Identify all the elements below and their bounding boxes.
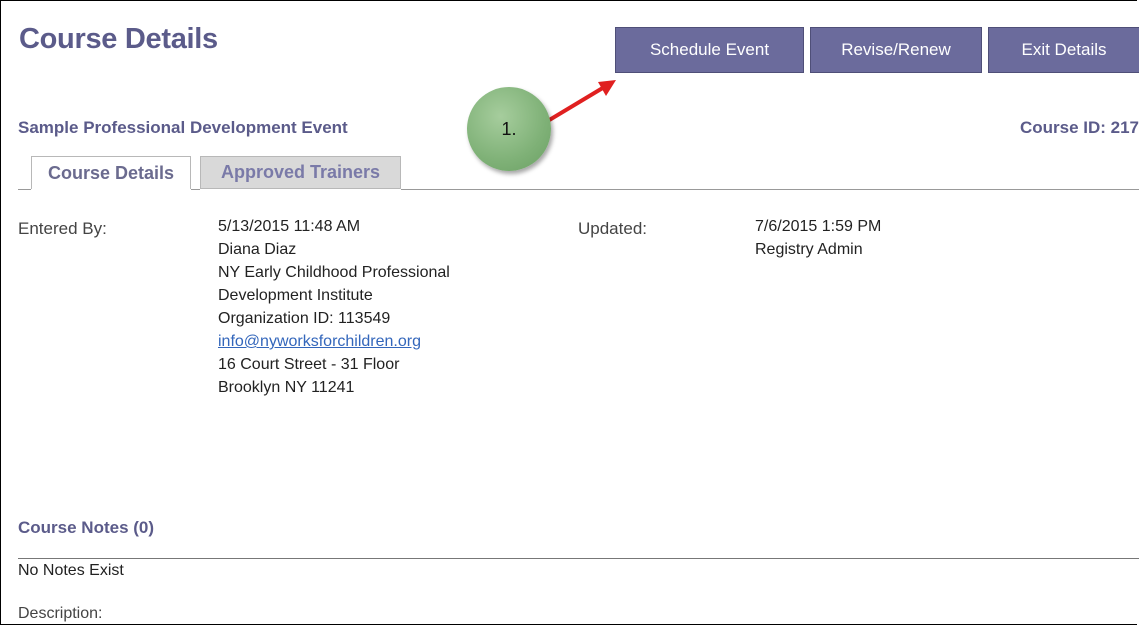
course-notes-title: Course Notes (0) (18, 518, 155, 537)
entered-by-label: Entered By: (18, 219, 107, 238)
tab-divider-right (401, 189, 1139, 190)
updated-label: Updated: (578, 219, 647, 238)
entered-org-line1: NY Early Childhood Professional (218, 264, 450, 281)
tab-divider-mid (191, 189, 200, 190)
step-callout-badge: 1. (467, 87, 551, 171)
page-title: Course Details (19, 23, 218, 55)
description-label: Description: (18, 605, 103, 622)
entered-address1: 16 Court Street - 31 Floor (218, 356, 400, 373)
course-id: Course ID: 217 (1019, 118, 1139, 137)
revise-renew-button[interactable]: Revise/Renew (810, 27, 982, 73)
updated-datetime: 7/6/2015 1:59 PM (755, 218, 882, 235)
entered-datetime: 5/13/2015 11:48 AM (218, 218, 361, 235)
step-callout-text: 1. (501, 118, 517, 139)
entered-org-id: Organization ID: 113549 (218, 310, 391, 327)
no-notes-text: No Notes Exist (18, 562, 124, 579)
tab-divider-left (18, 189, 31, 190)
entered-address2: Brooklyn NY 11241 (218, 379, 355, 396)
updated-details: 7/6/2015 1:59 PM Registry Admin (755, 215, 881, 261)
schedule-event-button[interactable]: Schedule Event (615, 27, 804, 73)
entered-by-details: 5/13/2015 11:48 AM Diana Diaz NY Early C… (218, 215, 450, 399)
entered-email-link[interactable]: info@nyworksforchildren.org (218, 333, 421, 350)
notes-divider (18, 558, 1139, 559)
tab-course-details[interactable]: Course Details (31, 156, 191, 189)
course-name: Sample Professional Development Event (18, 118, 348, 137)
exit-details-button[interactable]: Exit Details (988, 27, 1139, 73)
tab-approved-trainers[interactable]: Approved Trainers (200, 156, 401, 189)
entered-org-line2: Development Institute (218, 287, 373, 304)
entered-name: Diana Diaz (218, 241, 297, 258)
updated-by: Registry Admin (755, 241, 863, 258)
